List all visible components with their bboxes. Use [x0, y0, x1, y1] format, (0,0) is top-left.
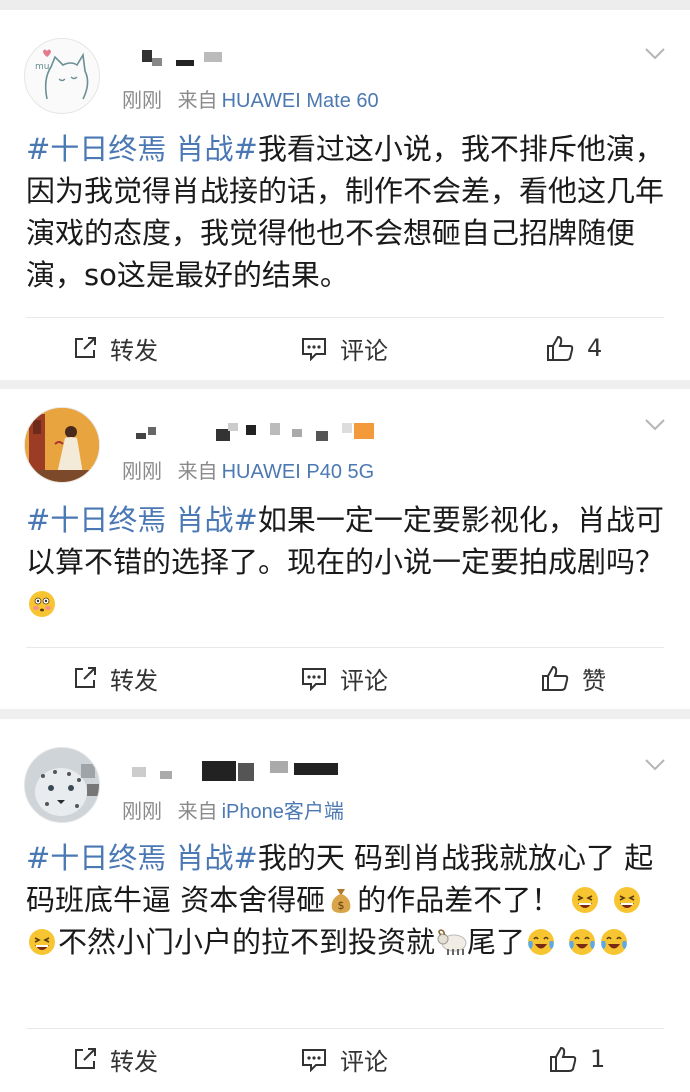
crying-laughing-emoji	[526, 926, 556, 956]
repost-button[interactable]: 转发	[72, 648, 158, 708]
repost-label: 转发	[110, 666, 158, 695]
post-meta: 刚刚 来自 HUAWEI Mate 60	[122, 84, 379, 113]
device-label[interactable]: iPhone客户端	[222, 801, 344, 823]
from-label: 来自	[177, 90, 218, 112]
money-bag-emoji: $	[326, 884, 356, 914]
post-text-d: 尾了	[467, 925, 526, 959]
laughing-emoji	[570, 884, 600, 914]
post-text-b: 的作品差不了！	[357, 883, 561, 917]
svg-text:$: $	[338, 899, 345, 912]
username-masked[interactable]	[120, 759, 350, 785]
crying-laughing-emoji	[567, 926, 597, 956]
crying-laughing-emoji	[599, 926, 629, 956]
snow-leopard-avatar-image	[25, 748, 99, 822]
chevron-down-icon[interactable]	[642, 751, 668, 777]
avatar[interactable]	[24, 747, 100, 823]
post-content: #十日终焉 肖战#如果一定一定要影视化，肖战可以算不错的选择了。现在的小说一定要…	[26, 499, 666, 625]
repost-icon	[75, 337, 96, 358]
post-card-3[interactable]: 刚刚 来自 iPhone客户端 #十日终焉 肖战#我的天 码到肖战我就放心了 起码…	[0, 719, 690, 1092]
chevron-down-icon[interactable]	[642, 411, 668, 437]
device-label[interactable]: HUAWEI Mate 60	[222, 90, 379, 112]
comment-label: 评论	[340, 1047, 388, 1076]
post-time: 刚刚	[122, 461, 162, 483]
comment-button[interactable]: 评论	[300, 1029, 388, 1089]
comment-label: 评论	[340, 666, 388, 695]
username-masked[interactable]	[120, 46, 230, 72]
like-button[interactable]: 4	[545, 318, 602, 378]
comment-icon	[302, 1049, 326, 1072]
post-card-1[interactable]: mu 刚刚 来自 HUAWEI Mate 60 #十日终焉 肖战#我看过这小说，我…	[0, 10, 690, 380]
from-label: 来自	[177, 801, 218, 823]
action-bar: 转发 评论 1	[0, 1029, 690, 1089]
repost-icon	[75, 1048, 96, 1069]
device-label[interactable]: HUAWEI P40 5G	[222, 461, 375, 483]
svg-text:mu: mu	[35, 62, 49, 72]
comment-icon	[302, 668, 326, 691]
comment-button[interactable]: 评论	[300, 648, 388, 708]
post-content: #十日终焉 肖战#我的天 码到肖战我就放心了 起码班底牛逼 资本舍得砸 $ 的作品差…	[26, 837, 666, 963]
like-count: 1	[590, 1045, 606, 1073]
comment-label: 评论	[340, 336, 388, 365]
from-label: 来自	[177, 461, 218, 483]
post-content: #十日终焉 肖战#我看过这小说，我不排斥他演，因为我觉得肖战接的话，制作不会差，…	[26, 128, 666, 296]
repost-button[interactable]: 转发	[72, 1029, 158, 1089]
like-button[interactable]: 1	[548, 1029, 605, 1089]
comment-button[interactable]: 评论	[300, 318, 388, 378]
cat-sketch-avatar-image: mu	[35, 49, 89, 100]
ram-emoji	[436, 926, 467, 956]
topic-link[interactable]: #十日终焉 肖战#	[26, 132, 258, 166]
avatar[interactable]: mu	[24, 38, 100, 114]
topic-link[interactable]: #十日终焉 肖战#	[26, 503, 258, 537]
repost-label: 转发	[110, 1047, 158, 1076]
action-bar: 转发 评论 赞	[0, 648, 690, 708]
action-bar: 转发 评论 4	[0, 318, 690, 378]
flushed-emoji	[27, 588, 57, 618]
laughing-emoji	[27, 926, 57, 956]
post-text-c: 不然小门小户的拉不到投资就	[58, 925, 436, 959]
avatar[interactable]	[24, 407, 100, 483]
thumbs-up-icon	[550, 1046, 577, 1072]
username-masked[interactable]	[120, 419, 380, 445]
post-meta: 刚刚 来自 iPhone客户端	[122, 795, 344, 824]
post-time: 刚刚	[122, 90, 162, 112]
repost-label: 转发	[110, 336, 158, 365]
chevron-down-icon[interactable]	[642, 40, 668, 66]
top-edge	[0, 0, 690, 16]
like-button[interactable]: 赞	[540, 648, 606, 708]
topic-link[interactable]: #十日终焉 肖战#	[26, 841, 258, 875]
post-time: 刚刚	[122, 801, 162, 823]
post-meta: 刚刚 来自 HUAWEI P40 5G	[122, 455, 374, 484]
repost-icon	[75, 667, 96, 688]
thumbs-up-icon	[547, 335, 574, 361]
like-label: 赞	[582, 666, 606, 695]
thumbs-up-icon	[542, 665, 569, 691]
like-count: 4	[587, 334, 603, 362]
comment-icon	[302, 338, 326, 361]
post-card-2[interactable]: 刚刚 来自 HUAWEI P40 5G #十日终焉 肖战#如果一定一定要影视化，肖…	[0, 389, 690, 709]
woman-in-dress-avatar-image	[25, 408, 99, 482]
laughing-emoji	[612, 884, 642, 914]
repost-button[interactable]: 转发	[72, 318, 158, 378]
